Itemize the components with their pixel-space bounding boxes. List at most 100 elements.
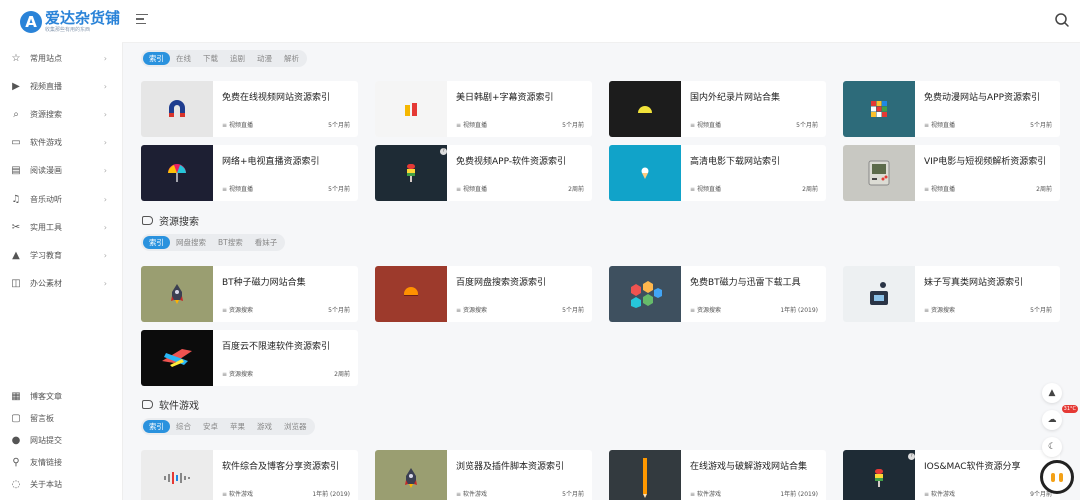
resource-card[interactable]: 妹子写真类网站资源索引资源搜索 5个月前 bbox=[843, 266, 1060, 322]
weather-button[interactable]: ☁ bbox=[1042, 410, 1062, 430]
card-category[interactable]: 资源搜索 bbox=[222, 305, 253, 314]
sidebar-item-3[interactable]: ● 网站提交 bbox=[0, 429, 122, 451]
card-title[interactable]: BT种子磁力网站合集 bbox=[222, 275, 350, 288]
resource-card[interactable]: ? 免费视频APP-软件资源索引视频直播 2周前 bbox=[375, 145, 592, 201]
card-title[interactable]: 在线游戏与破解游戏网站合集 bbox=[690, 459, 818, 472]
card-title[interactable]: 免费在线视频网站资源索引 bbox=[222, 90, 350, 103]
card-meta: 视频直播 5个月前 bbox=[222, 184, 350, 193]
tab-software-3[interactable]: 苹果 bbox=[224, 420, 251, 433]
card-category[interactable]: 软件游戏 bbox=[690, 489, 721, 498]
sidebar-item-4[interactable]: ▭ 软件游戏 › bbox=[0, 129, 122, 157]
resource-card[interactable]: 免费动漫网站与APP资源索引视频直播 5个月前 bbox=[843, 81, 1060, 137]
menu-toggle-button[interactable] bbox=[136, 14, 148, 26]
tab-search-1[interactable]: 网盘搜索 bbox=[170, 236, 212, 249]
card-meta: 软件游戏9个月前 bbox=[924, 489, 1052, 498]
card-category[interactable]: 软件游戏 bbox=[456, 489, 487, 498]
card-category[interactable]: 视频直播 bbox=[222, 184, 253, 193]
card-category[interactable]: 软件游戏 bbox=[924, 489, 955, 498]
card-category[interactable]: 资源搜索 bbox=[690, 305, 721, 314]
sidebar-item-2[interactable]: ▢ 留言板 bbox=[0, 407, 122, 429]
tab-software-2[interactable]: 安卓 bbox=[197, 420, 224, 433]
card-category[interactable]: 资源搜索 bbox=[222, 369, 253, 378]
help-badge-icon[interactable]: ? bbox=[908, 453, 915, 460]
resource-card[interactable]: 在线游戏与破解游戏网站合集软件游戏 1年前 (2019) bbox=[609, 450, 826, 500]
resource-card[interactable]: 百度网盘搜索资源索引资源搜索 5个月前 bbox=[375, 266, 592, 322]
card-title[interactable]: IOS&MAC软件资源分享 bbox=[924, 459, 1052, 472]
tab-software-0[interactable]: 索引 bbox=[143, 420, 170, 433]
card-category[interactable]: 软件游戏 bbox=[222, 489, 253, 498]
card-category[interactable]: 资源搜索 bbox=[924, 305, 955, 314]
tab-software-4[interactable]: 游戏 bbox=[251, 420, 278, 433]
card-category[interactable]: 视频直播 bbox=[456, 120, 487, 129]
card-title[interactable]: 高清电影下载网站索引 bbox=[690, 154, 818, 167]
site-logo[interactable]: A 爱达杂货铺 收集那些有用的东西 bbox=[20, 8, 120, 36]
resource-card[interactable]: BT种子磁力网站合集资源搜索 5个月前 bbox=[141, 266, 358, 322]
sidebar-item-5[interactable]: ▤ 阅读漫画 › bbox=[0, 157, 122, 185]
sidebar-item-2[interactable]: ▶ 视频直播 › bbox=[0, 72, 122, 100]
resource-card[interactable]: 免费在线视频网站资源索引视频直播 5个月前 bbox=[141, 81, 358, 137]
resource-card[interactable]: 高清电影下载网站索引视频直播 2周前 bbox=[609, 145, 826, 201]
resource-card[interactable]: 浏览器及插件脚本资源索引软件游戏 5个月前 bbox=[375, 450, 592, 500]
card-category[interactable]: 视频直播 bbox=[222, 120, 253, 129]
tab-video-5[interactable]: 解析 bbox=[278, 52, 305, 65]
tab-software-5[interactable]: 浏览器 bbox=[278, 420, 313, 433]
card-title[interactable]: 百度云不限速软件资源索引 bbox=[222, 339, 350, 352]
sidebar: A 爱达杂货铺 收集那些有用的东西 ☆ 常用站点 › ▶ 视频直播 › ⌕ 资源搜索 › ▭ 软件游… bbox=[0, 0, 122, 500]
card-title[interactable]: 免费BT磁力与迅雷下载工具 bbox=[690, 275, 818, 288]
sidebar-item-7[interactable]: ✂ 实用工具 › bbox=[0, 213, 122, 241]
card-title[interactable]: 浏览器及插件脚本资源索引 bbox=[456, 459, 584, 472]
mascot-icon[interactable] bbox=[1040, 460, 1074, 494]
card-title[interactable]: 免费动漫网站与APP资源索引 bbox=[924, 90, 1052, 103]
back-to-top-button[interactable]: ▲ bbox=[1042, 383, 1062, 403]
tab-video-4[interactable]: 动漫 bbox=[251, 52, 278, 65]
card-category[interactable]: 资源搜索 bbox=[456, 305, 487, 314]
card-title[interactable]: 美日韩剧+字幕资源索引 bbox=[456, 90, 584, 103]
card-category[interactable]: 视频直播 bbox=[690, 120, 721, 129]
sidebar-item-label: 视频直播 bbox=[30, 81, 62, 91]
tab-search-0[interactable]: 索引 bbox=[143, 236, 170, 249]
chevron-right-icon: › bbox=[103, 109, 107, 119]
sidebar-item-6[interactable]: ♫ 音乐动听 › bbox=[0, 185, 122, 213]
card-title[interactable]: 网络+电视直播资源索引 bbox=[222, 154, 350, 167]
card-title[interactable]: 国内外纪录片网站合集 bbox=[690, 90, 818, 103]
card-title[interactable]: 免费视频APP-软件资源索引 bbox=[456, 154, 584, 167]
tab-video-3[interactable]: 追剧 bbox=[224, 52, 251, 65]
card-title[interactable]: 百度网盘搜索资源索引 bbox=[456, 275, 584, 288]
sidebar-item-3[interactable]: ⌕ 资源搜索 › bbox=[0, 100, 122, 128]
card-category[interactable]: 视频直播 bbox=[924, 184, 955, 193]
resource-card[interactable]: 美日韩剧+字幕资源索引视频直播 5个月前 bbox=[375, 81, 592, 137]
resource-card[interactable]: 国内外纪录片网站合集视频直播 5个月前 bbox=[609, 81, 826, 137]
resource-card[interactable]: VIP电影与短视频解析资源索引视频直播 2周前 bbox=[843, 145, 1060, 201]
search-icon[interactable] bbox=[1054, 12, 1070, 28]
sidebar-item-4[interactable]: ⚲ 友情链接 bbox=[0, 451, 122, 473]
tab-video-2[interactable]: 下载 bbox=[197, 52, 224, 65]
help-badge-icon[interactable]: ? bbox=[440, 148, 447, 155]
card-category[interactable]: 视频直播 bbox=[924, 120, 955, 129]
tab-search-3[interactable]: 看妹子 bbox=[249, 236, 284, 249]
card-category[interactable]: 视频直播 bbox=[690, 184, 721, 193]
tab-software-1[interactable]: 综合 bbox=[170, 420, 197, 433]
resource-card[interactable]: 免费BT磁力与迅雷下载工具资源搜索 1年前 (2019) bbox=[609, 266, 826, 322]
info-icon: ◌ bbox=[11, 478, 21, 490]
tab-search-2[interactable]: BT搜索 bbox=[212, 236, 249, 249]
sidebar-item-1[interactable]: ▦ 博客文章 bbox=[0, 385, 122, 407]
tab-video-0[interactable]: 索引 bbox=[143, 52, 170, 65]
card-title[interactable]: 妹子写真类网站资源索引 bbox=[924, 275, 1052, 288]
card-meta: 资源搜索 1年前 (2019) bbox=[690, 305, 818, 314]
resource-card[interactable]: ? IOS&MAC软件资源分享软件游戏9个月前 bbox=[843, 450, 1060, 500]
sidebar-item-1[interactable]: ☆ 常用站点 › bbox=[0, 44, 122, 72]
resource-card[interactable]: 网络+电视直播资源索引视频直播 5个月前 bbox=[141, 145, 358, 201]
sidebar-item-9[interactable]: ◫ 办公素材 › bbox=[0, 270, 122, 298]
tab-video-1[interactable]: 在线 bbox=[170, 52, 197, 65]
resource-card[interactable]: 百度云不限速软件资源索引资源搜索 2周前 bbox=[141, 330, 358, 386]
resource-card[interactable]: 软件综合及博客分享资源索引软件游戏 1年前 (2019) bbox=[141, 450, 358, 500]
card-meta: 资源搜索 5个月前 bbox=[924, 305, 1052, 314]
card-category[interactable]: 视频直播 bbox=[456, 184, 487, 193]
dark-mode-toggle[interactable]: ☾ bbox=[1042, 437, 1062, 457]
card-time: 2周前 bbox=[568, 186, 584, 193]
card-title[interactable]: VIP电影与短视频解析资源索引 bbox=[924, 154, 1052, 167]
music-icon: ♫ bbox=[11, 193, 21, 205]
sidebar-item-8[interactable]: ▲ 学习教育 › bbox=[0, 241, 122, 269]
sidebar-item-5[interactable]: ◌ 关于本站 bbox=[0, 473, 122, 495]
card-title[interactable]: 软件综合及博客分享资源索引 bbox=[222, 459, 350, 472]
